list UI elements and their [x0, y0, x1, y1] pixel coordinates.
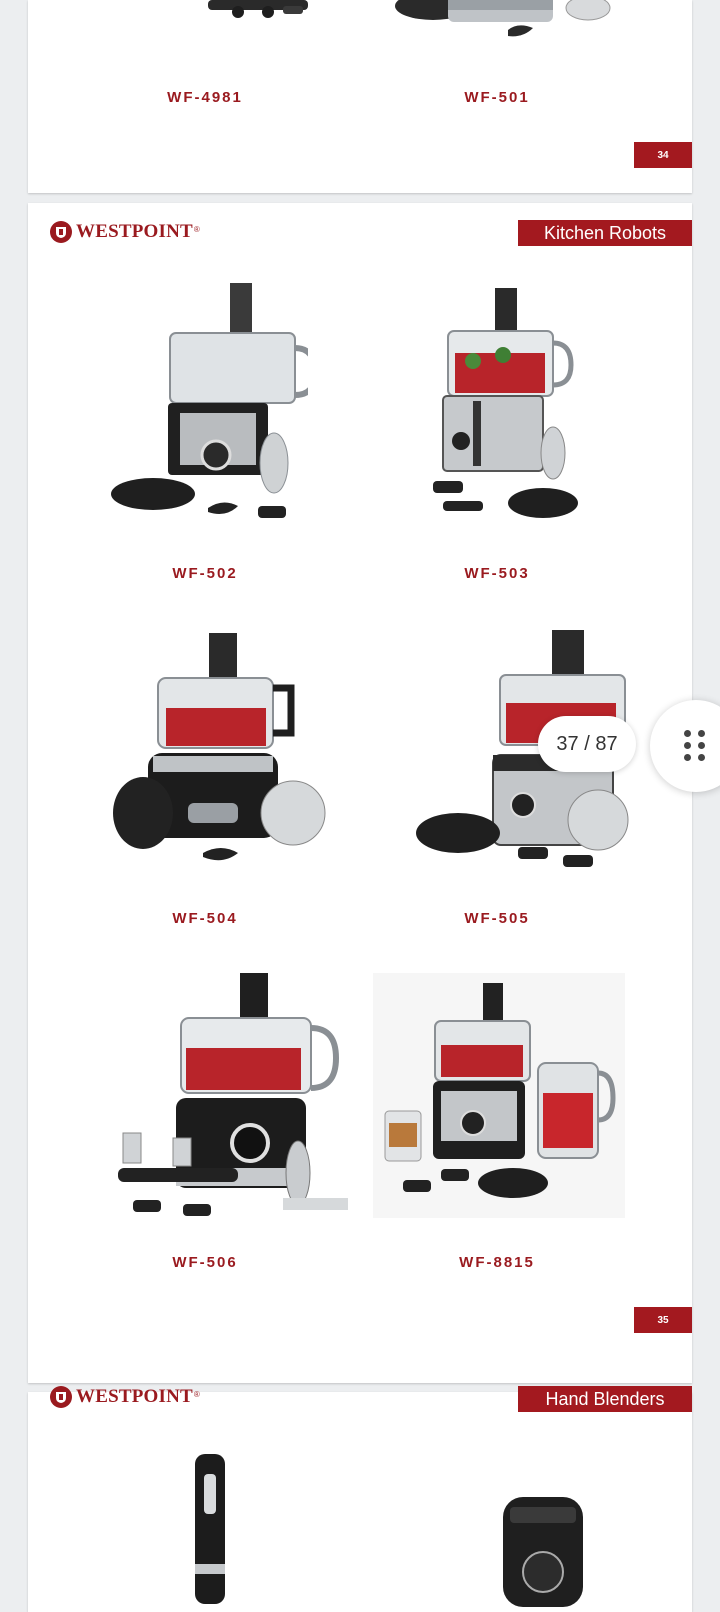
section-tag: Hand Blenders — [518, 1386, 692, 1412]
brand-name: WESTPOINT — [76, 1386, 193, 1407]
page-counter: 37 / 87 — [538, 716, 636, 772]
model-label: WF-505 — [464, 910, 530, 927]
registered-mark: ® — [193, 225, 200, 234]
product-image-wf-506 — [118, 973, 348, 1216]
registered-mark: ® — [193, 1390, 200, 1399]
product-image-wf-4981 — [208, 0, 308, 18]
model-label: WF-501 — [464, 89, 530, 106]
brand-logo: WESTPOINT ® — [50, 1386, 200, 1408]
page-number: 35 — [634, 1307, 692, 1333]
product-image-wf-502 — [111, 283, 308, 518]
model-label: WF-8815 — [459, 1254, 535, 1271]
westpoint-shield-icon — [50, 221, 72, 243]
model-label: WF-503 — [464, 565, 530, 582]
catalog-page-35: WESTPOINT ® Kitchen Robots WF-502 WF-503 — [28, 203, 692, 1383]
page-number: 34 — [634, 142, 692, 168]
product-image-hand-blender-2 — [503, 1497, 583, 1607]
grid-dots-icon — [684, 730, 705, 762]
product-image-wf-503 — [433, 288, 578, 518]
product-image-wf-504 — [113, 633, 326, 861]
catalog-page-36: WESTPOINT ® Hand Blenders — [28, 1386, 692, 1612]
model-label: WF-506 — [172, 1254, 238, 1271]
model-label: WF-4981 — [167, 89, 243, 106]
section-tag: Kitchen Robots — [518, 220, 692, 246]
westpoint-shield-icon — [50, 1386, 72, 1408]
product-image-wf-501 — [395, 0, 611, 37]
catalog-page-34: WF-4981 WF-501 34 — [28, 0, 692, 193]
brand-name: WESTPOINT — [76, 221, 193, 242]
product-image-wf-8815 — [373, 973, 625, 1218]
brand-logo: WESTPOINT ® — [50, 221, 200, 243]
model-label: WF-502 — [172, 565, 238, 582]
model-label: WF-504 — [172, 910, 238, 927]
product-image-hand-blender — [195, 1454, 225, 1604]
